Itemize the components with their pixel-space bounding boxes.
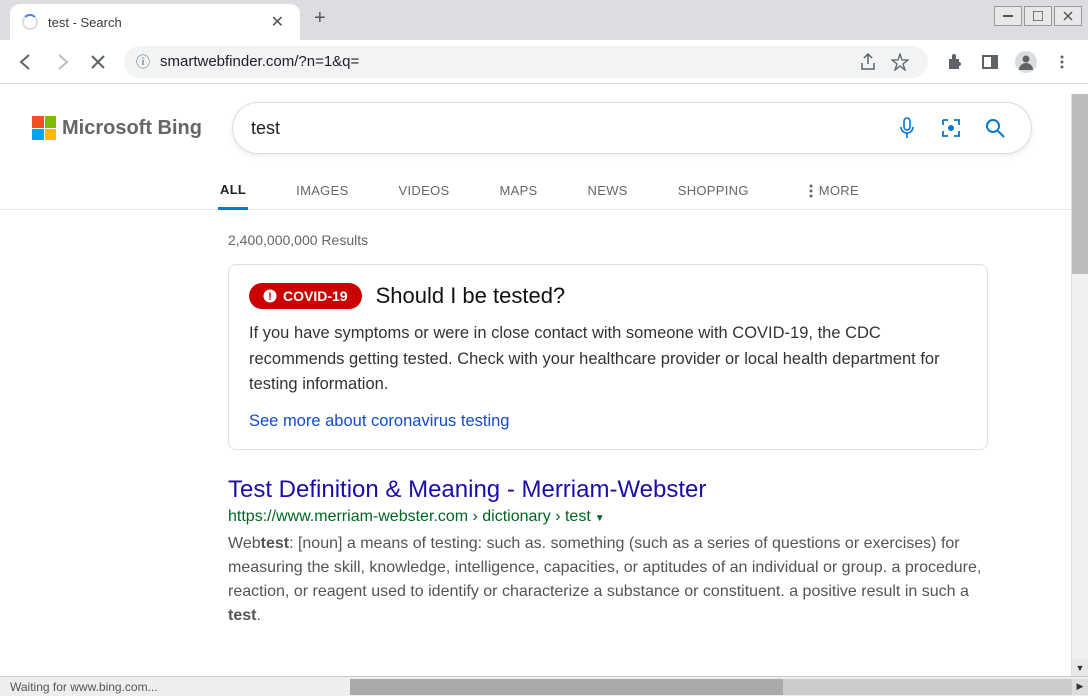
status-text: Waiting for www.bing.com...: [0, 680, 350, 694]
vertical-scrollbar[interactable]: ▼: [1071, 94, 1088, 676]
stop-button[interactable]: [82, 46, 114, 78]
kebab-icon: [1054, 54, 1070, 70]
tab-shopping[interactable]: SHOPPING: [676, 173, 751, 208]
sidepanel-button[interactable]: [974, 46, 1006, 78]
tab-maps[interactable]: MAPS: [497, 173, 539, 208]
covid-link[interactable]: See more about coronavirus testing: [249, 412, 509, 430]
covid-pill: ! COVID-19: [249, 283, 362, 309]
close-window-button[interactable]: [1054, 6, 1082, 26]
tab-images[interactable]: IMAGES: [294, 173, 350, 208]
tab-news[interactable]: NEWS: [586, 173, 630, 208]
new-tab-button[interactable]: +: [314, 7, 326, 30]
tab-close-button[interactable]: ✕: [267, 12, 288, 32]
star-icon: [891, 53, 909, 71]
covid-body: If you have symptoms or were in close co…: [249, 321, 967, 398]
bing-logo[interactable]: Microsoft Bing: [32, 116, 202, 140]
search-input[interactable]: [251, 118, 881, 139]
panel-icon: [981, 53, 999, 71]
share-button[interactable]: [852, 46, 884, 78]
browser-toolbar: ⓘ: [0, 40, 1088, 84]
bing-header: Microsoft Bing: [0, 102, 1088, 154]
forward-arrow-icon: [53, 53, 71, 71]
microsoft-logo-icon: [32, 116, 56, 140]
maximize-icon: [1033, 11, 1043, 21]
tab-all[interactable]: ALL: [218, 172, 248, 210]
results-area: 2,400,000,000 Results ! COVID-19 Should …: [0, 210, 1088, 628]
search-icon: [984, 117, 1006, 139]
result-title-link[interactable]: Test Definition & Meaning - Merriam-Webs…: [228, 476, 988, 504]
tab-more[interactable]: MORE: [807, 173, 861, 208]
site-info-icon[interactable]: ⓘ: [136, 52, 150, 72]
puzzle-icon: [945, 53, 963, 71]
back-arrow-icon: [17, 53, 35, 71]
back-button[interactable]: [10, 46, 42, 78]
kebab-icon: [809, 184, 813, 198]
page-viewport: Microsoft Bing ALL IMAGES VIDEOS MAPS NE…: [0, 84, 1088, 666]
stop-icon: [91, 55, 105, 69]
search-box: [232, 102, 1032, 154]
result-count: 2,400,000,000 Results: [228, 232, 1008, 248]
window-controls: [994, 6, 1082, 26]
result-url[interactable]: https://www.merriam-webster.com › dictio…: [228, 508, 988, 526]
svg-text:!: !: [268, 291, 272, 303]
hscroll-thumb[interactable]: [350, 679, 783, 695]
voice-search-button[interactable]: [889, 110, 925, 146]
covid-card: ! COVID-19 Should I be tested? If you ha…: [228, 264, 988, 450]
profile-button[interactable]: [1010, 46, 1042, 78]
tab-title: test - Search: [48, 15, 267, 30]
result-snippet: Webtest: [noun] a means of testing: such…: [228, 532, 988, 628]
search-button[interactable]: [977, 110, 1013, 146]
minimize-icon: [1003, 15, 1013, 17]
scroll-down-button[interactable]: ▼: [1072, 659, 1088, 676]
url-input[interactable]: [160, 53, 852, 70]
scroll-right-button[interactable]: ▶: [1072, 679, 1088, 695]
bookmark-button[interactable]: [884, 46, 916, 78]
extensions-button[interactable]: [938, 46, 970, 78]
covid-title: Should I be tested?: [376, 283, 566, 309]
tab-more-label: MORE: [819, 183, 859, 198]
loading-spinner-icon: [22, 14, 38, 30]
maximize-button[interactable]: [1024, 6, 1052, 26]
minimize-button[interactable]: [994, 6, 1022, 26]
forward-button[interactable]: [46, 46, 78, 78]
address-bar[interactable]: ⓘ: [124, 46, 928, 78]
scrollbar-thumb[interactable]: [1072, 94, 1088, 274]
caret-down-icon[interactable]: ▼: [595, 513, 605, 524]
tab-videos[interactable]: VIDEOS: [397, 173, 452, 208]
alert-icon: !: [263, 289, 277, 303]
browser-tab[interactable]: test - Search ✕: [10, 4, 300, 40]
bing-logo-text: Microsoft Bing: [62, 117, 202, 140]
search-result: Test Definition & Meaning - Merriam-Webs…: [228, 476, 988, 628]
microphone-icon: [897, 117, 917, 139]
covid-pill-label: COVID-19: [283, 288, 348, 304]
share-icon: [859, 53, 877, 71]
menu-button[interactable]: [1046, 46, 1078, 78]
status-bar: Waiting for www.bing.com... ▶: [0, 676, 1088, 696]
lens-icon: [940, 117, 962, 139]
tab-strip: test - Search ✕ +: [0, 0, 1088, 40]
horizontal-scrollbar[interactable]: [350, 679, 1072, 695]
image-search-button[interactable]: [933, 110, 969, 146]
close-icon: [1063, 11, 1073, 21]
avatar-icon: [1015, 51, 1037, 73]
search-tabs: ALL IMAGES VIDEOS MAPS NEWS SHOPPING MOR…: [0, 172, 1088, 210]
